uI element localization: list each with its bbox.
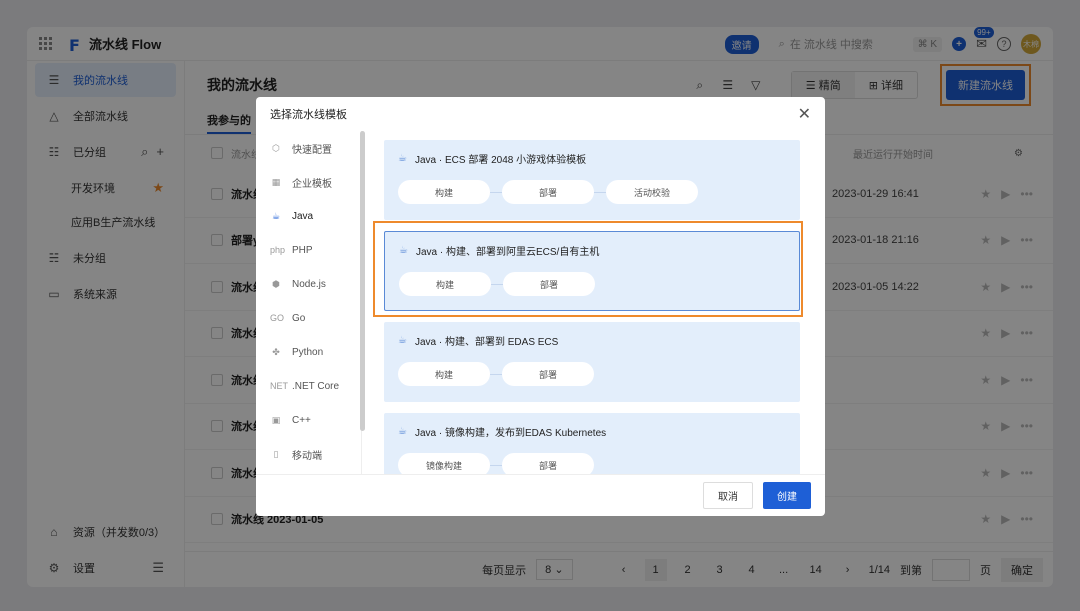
category-scrollbar[interactable] — [360, 131, 365, 431]
close-icon[interactable]: ✕ — [798, 104, 811, 124]
step-pill: 构建 — [398, 362, 490, 386]
category-java[interactable]: ☕ Java — [256, 199, 361, 233]
java-icon: ☕ — [271, 210, 281, 221]
php-icon: php — [270, 245, 286, 255]
java-icon: ☕ — [398, 335, 407, 346]
template-steps: 构建 部署 活动校验 — [398, 180, 786, 204]
category-cpp[interactable]: ▣ C++ — [256, 403, 361, 437]
template-icon: ▦ — [271, 176, 281, 187]
step-pill: 镜像构建 — [398, 453, 490, 474]
python-icon: ✤ — [272, 346, 280, 357]
mobile-icon: ▯ — [273, 448, 279, 459]
step-pill: 部署 — [502, 180, 594, 204]
cancel-button[interactable]: 取消 — [703, 482, 753, 509]
step-pill: 构建 — [398, 180, 490, 204]
go-icon: GO — [270, 313, 285, 323]
modal-title: 选择流水线模板 — [270, 109, 347, 121]
category-enterprise[interactable]: ▦ 企业模板 — [256, 165, 361, 199]
category-dotnet[interactable]: NET .NET Core — [256, 369, 361, 403]
category-go[interactable]: GO Go — [256, 301, 361, 335]
selection-highlight — [373, 221, 803, 317]
nodejs-icon: ⬢ — [272, 278, 280, 289]
step-pill: 部署 — [502, 362, 594, 386]
step-pill: 活动校验 — [606, 180, 698, 204]
template-category-list: ⬡ 快速配置 ▦ 企业模板 ☕ Java php PHP ⬢ Node.js GO Go ✤… — [256, 131, 365, 474]
template-steps: 构建 部署 — [398, 362, 786, 386]
modal-footer: 取消 创建 — [256, 474, 825, 516]
create-button[interactable]: 创建 — [763, 482, 811, 509]
template-card[interactable]: ☕ Java · ECS 部署 2048 小游戏体验模板 构建 部署 活动校验 — [384, 140, 800, 220]
template-card[interactable]: ☕ Java · 构建、部署到 EDAS ECS 构建 部署 — [384, 322, 800, 402]
category-python[interactable]: ✤ Python — [256, 335, 361, 369]
category-mobile[interactable]: ▯ 移动端 — [256, 437, 361, 471]
modal-header: 选择流水线模板 ✕ — [256, 97, 825, 131]
java-icon: ☕ — [398, 153, 407, 164]
category-quick-config[interactable]: ⬡ 快速配置 — [256, 131, 361, 165]
template-steps: 镜像构建 部署 — [398, 453, 786, 474]
dotnet-icon: NET — [270, 381, 288, 391]
category-nodejs[interactable]: ⬢ Node.js — [256, 267, 361, 301]
cpp-icon: ▣ — [271, 414, 281, 425]
category-php[interactable]: php PHP — [256, 233, 361, 267]
hexagon-icon: ⬡ — [272, 142, 280, 153]
step-pill: 部署 — [502, 453, 594, 474]
template-card[interactable]: ☕ Java · 镜像构建，发布到EDAS Kubernetes 镜像构建 部署 — [384, 413, 800, 474]
java-icon: ☕ — [398, 426, 407, 437]
